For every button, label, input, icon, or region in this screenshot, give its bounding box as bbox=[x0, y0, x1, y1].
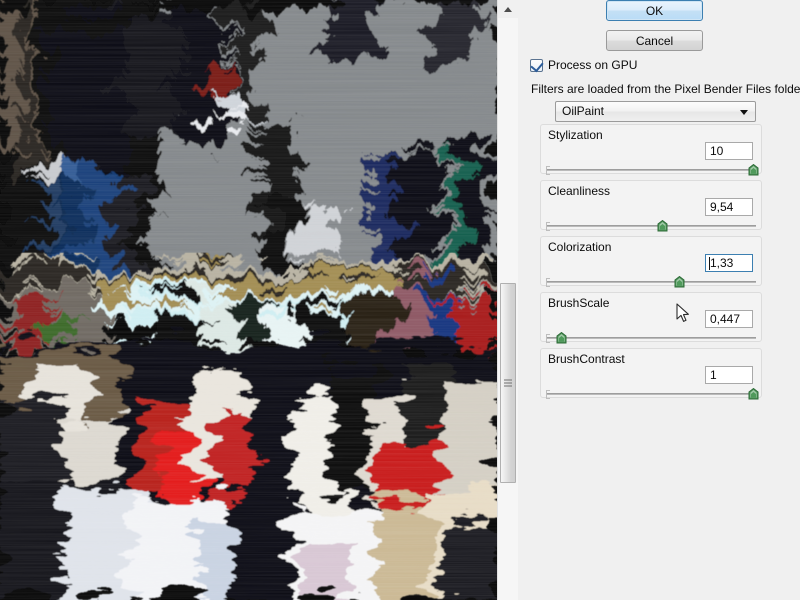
slider-group-colorization: Colorization 1,33 bbox=[540, 236, 762, 288]
slider-handle-icon[interactable] bbox=[657, 220, 668, 232]
slider-group-brushcontrast: BrushContrast 1 bbox=[540, 348, 762, 400]
slider-track-line bbox=[546, 169, 756, 171]
ok-button[interactable]: OK bbox=[606, 0, 703, 21]
slider-track-line bbox=[546, 337, 756, 339]
slider-group-brushscale: BrushScale 0,447 bbox=[540, 292, 762, 344]
slider-handle-icon[interactable] bbox=[748, 164, 759, 176]
slider-track-cap bbox=[546, 334, 550, 343]
slider-track[interactable] bbox=[546, 220, 756, 232]
slider-value-input[interactable]: 10 bbox=[705, 142, 753, 160]
oil-paint-preview-image bbox=[0, 0, 497, 600]
slider-label: Stylization bbox=[548, 128, 603, 142]
scrollbar-thumb[interactable] bbox=[500, 283, 516, 483]
slider-handle-icon[interactable] bbox=[556, 332, 567, 344]
slider-label: BrushScale bbox=[548, 296, 610, 310]
slider-track[interactable] bbox=[546, 332, 756, 344]
grip-lines-icon bbox=[504, 379, 512, 387]
slider-track-cap bbox=[546, 166, 550, 175]
checkmark-icon bbox=[530, 58, 544, 72]
app-root: OK Cancel Process on GPU Filters are loa… bbox=[0, 0, 800, 600]
chevron-up-icon bbox=[504, 6, 512, 12]
parameter-slider-list: Stylization 10 Cleanliness 9,54 Colorization… bbox=[540, 124, 762, 404]
chevron-down-icon bbox=[740, 110, 748, 115]
slider-handle-icon[interactable] bbox=[674, 276, 685, 288]
slider-value-input[interactable]: 9,54 bbox=[705, 198, 753, 216]
cancel-button[interactable]: Cancel bbox=[606, 30, 703, 51]
slider-track[interactable] bbox=[546, 276, 756, 288]
slider-value-input[interactable]: 1,33 bbox=[705, 254, 753, 272]
scrollbar-up-button[interactable] bbox=[498, 0, 518, 18]
scrollbar-track[interactable] bbox=[498, 18, 518, 600]
slider-group-cleanliness: Cleanliness 9,54 bbox=[540, 180, 762, 232]
slider-label: Colorization bbox=[548, 240, 612, 254]
slider-track-cap bbox=[546, 390, 550, 399]
slider-track-cap bbox=[546, 222, 550, 231]
preview-vertical-scrollbar[interactable] bbox=[497, 0, 518, 600]
slider-track-cap bbox=[546, 278, 550, 287]
mouse-pointer-icon bbox=[676, 303, 689, 322]
slider-value-input[interactable]: 0,447 bbox=[705, 310, 753, 328]
slider-label: BrushContrast bbox=[548, 352, 625, 366]
slider-value-input[interactable]: 1 bbox=[705, 366, 753, 384]
filter-settings-panel: OK Cancel Process on GPU Filters are loa… bbox=[518, 0, 800, 600]
filter-select-value: OilPaint bbox=[562, 104, 605, 118]
slider-track-line bbox=[546, 281, 756, 283]
slider-track-line bbox=[546, 393, 756, 395]
filters-folder-note: Filters are loaded from the Pixel Bender… bbox=[531, 82, 800, 96]
image-preview-pane[interactable] bbox=[0, 0, 497, 600]
slider-group-stylization: Stylization 10 bbox=[540, 124, 762, 176]
slider-track[interactable] bbox=[546, 164, 759, 176]
process-on-gpu-checkbox[interactable] bbox=[530, 58, 544, 72]
process-on-gpu-label: Process on GPU bbox=[548, 58, 638, 72]
slider-track[interactable] bbox=[546, 388, 759, 400]
slider-label: Cleanliness bbox=[548, 184, 611, 198]
slider-handle-icon[interactable] bbox=[748, 388, 759, 400]
slider-track-line bbox=[546, 225, 756, 227]
filter-select-dropdown[interactable]: OilPaint bbox=[555, 101, 756, 122]
process-on-gpu-row[interactable]: Process on GPU bbox=[530, 58, 637, 72]
